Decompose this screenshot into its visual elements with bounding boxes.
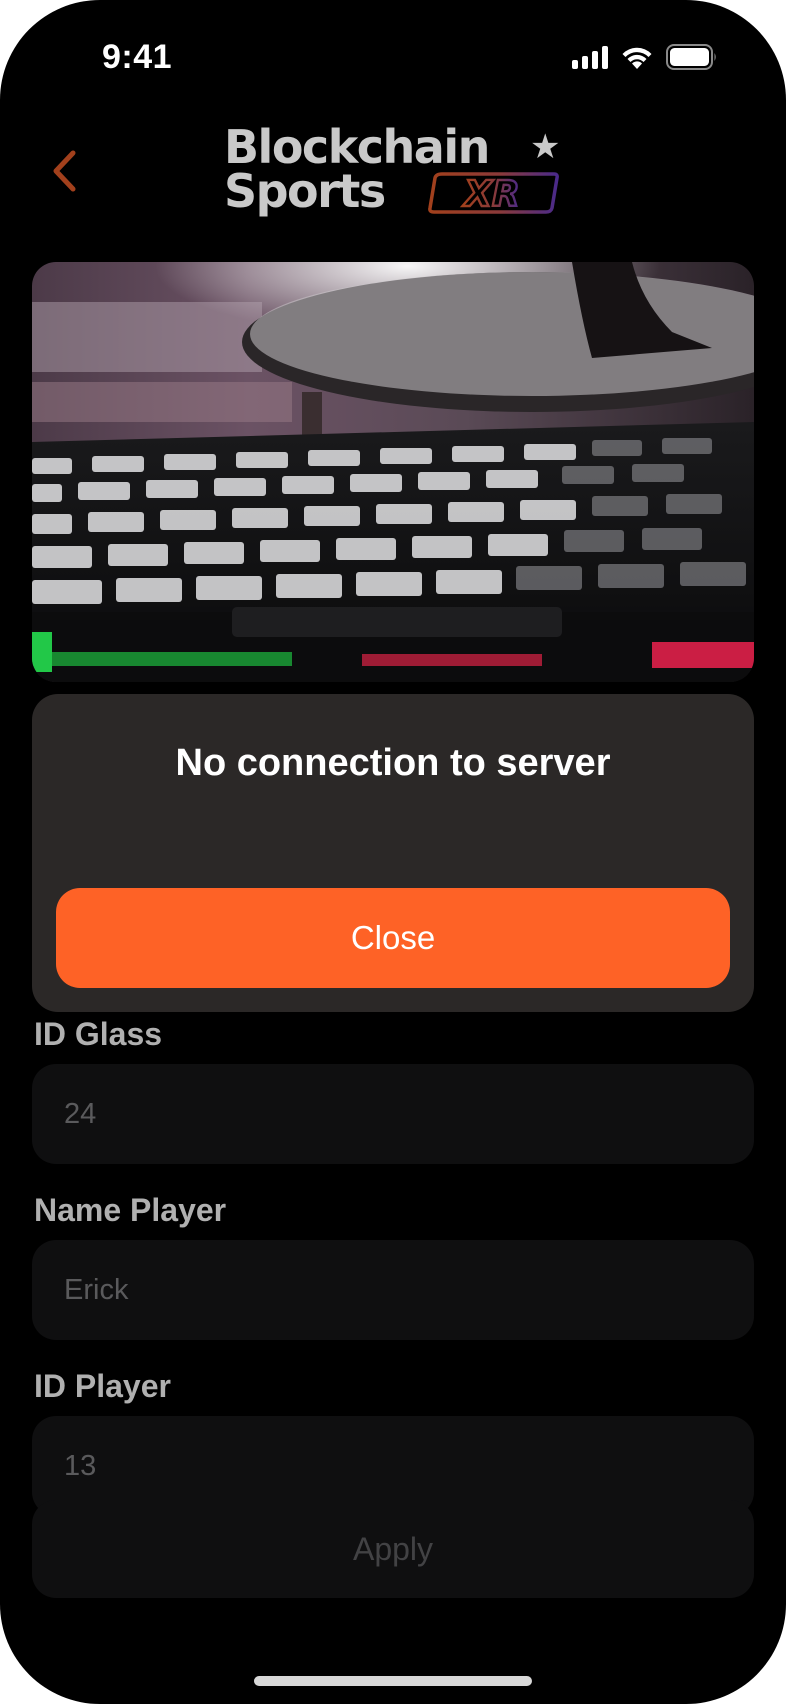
name-player-value: Erick bbox=[64, 1273, 129, 1306]
brand-line-2: Sports bbox=[224, 164, 386, 218]
star-icon: ★ bbox=[530, 128, 561, 166]
error-dialog: No connection to server Close bbox=[32, 694, 754, 1012]
id-player-value: 13 bbox=[64, 1449, 97, 1482]
home-indicator[interactable] bbox=[254, 1676, 532, 1686]
status-icons bbox=[572, 44, 718, 70]
battery-icon bbox=[666, 44, 716, 70]
brand-logo: Blockchain Sports ★ XR bbox=[224, 122, 564, 218]
cellular-signal-icon bbox=[572, 45, 608, 69]
name-player-label: Name Player bbox=[34, 1192, 227, 1228]
xr-badge-text: XR bbox=[462, 174, 519, 214]
back-button[interactable] bbox=[44, 146, 84, 196]
status-time: 9:41 bbox=[102, 38, 173, 76]
phone-screen: 9:41 Blockchain Sports ★ XR No connectio… bbox=[0, 0, 786, 1704]
chevron-left-icon bbox=[53, 150, 76, 192]
wifi-icon bbox=[622, 47, 652, 69]
close-button[interactable]: Close bbox=[56, 888, 730, 988]
dialog-title: No connection to server bbox=[175, 742, 611, 784]
hero-image bbox=[32, 262, 754, 682]
xr-badge: XR bbox=[428, 172, 559, 214]
id-glass-field[interactable]: 24 bbox=[32, 1064, 754, 1164]
id-player-label: ID Player bbox=[34, 1368, 171, 1404]
apply-button[interactable]: Apply bbox=[32, 1500, 754, 1598]
id-glass-label: ID Glass bbox=[34, 1016, 163, 1052]
name-player-field[interactable]: Erick bbox=[32, 1240, 754, 1340]
id-glass-value: 24 bbox=[64, 1097, 97, 1130]
